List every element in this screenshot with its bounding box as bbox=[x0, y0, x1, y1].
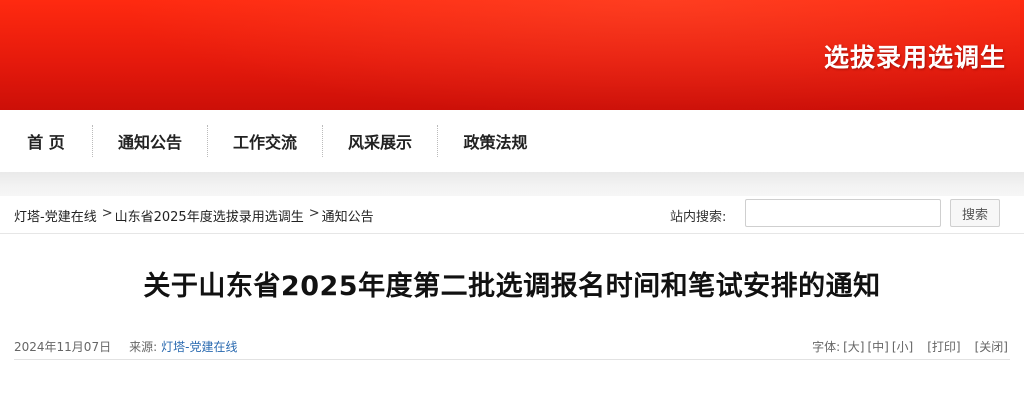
nav-item-home[interactable]: 首 页 bbox=[0, 125, 93, 157]
site-title: 选拔录用选调生 bbox=[823, 43, 1006, 72]
article-meta: 2024年11月07日 来源: 灯塔-党建在线 字体: [大] [中] [小] … bbox=[14, 336, 1010, 360]
source-label: 来源: bbox=[129, 340, 158, 354]
article-title: 关于山东省2025年度第二批选调报名时间和笔试安排的通知 bbox=[143, 271, 881, 302]
breadcrumb-item-notices[interactable]: 通知公告 bbox=[322, 206, 374, 225]
publish-date: 2024年11月07日 bbox=[14, 340, 112, 354]
breadcrumb-separator: > bbox=[101, 206, 113, 221]
breadcrumb-separator: > bbox=[308, 206, 320, 221]
breadcrumb-item-home[interactable]: 灯塔-党建在线 bbox=[14, 206, 97, 225]
search-input[interactable] bbox=[745, 199, 941, 227]
main-nav: 首 页 通知公告 工作交流 风采展示 政策法规 bbox=[0, 110, 1024, 172]
header-banner: 选拔录用选调生 bbox=[0, 0, 1024, 110]
font-medium-button[interactable]: [中] bbox=[868, 338, 889, 355]
nav-item-work-exchange[interactable]: 工作交流 bbox=[208, 125, 323, 157]
font-small-button[interactable]: [小] bbox=[892, 338, 913, 355]
nav-item-notices[interactable]: 通知公告 bbox=[93, 125, 208, 157]
source-link[interactable]: 灯塔-党建在线 bbox=[161, 338, 237, 355]
divider-band bbox=[0, 172, 1024, 196]
breadcrumb-bar: 灯塔-党建在线 > 山东省2025年度选拔录用选调生 > 通知公告 站内搜索: … bbox=[0, 196, 1024, 234]
breadcrumb: 灯塔-党建在线 > 山东省2025年度选拔录用选调生 > 通知公告 bbox=[14, 206, 374, 225]
font-size-label: 字体: bbox=[812, 340, 841, 354]
close-button[interactable]: [关闭] bbox=[975, 338, 1008, 355]
nav-item-showcase[interactable]: 风采展示 bbox=[323, 125, 438, 157]
font-large-button[interactable]: [大] bbox=[843, 338, 864, 355]
print-button[interactable]: [打印] bbox=[927, 338, 960, 355]
nav-item-policies[interactable]: 政策法规 bbox=[438, 125, 553, 157]
search-label: 站内搜索: bbox=[670, 210, 727, 225]
breadcrumb-item-program[interactable]: 山东省2025年度选拔录用选调生 bbox=[115, 206, 304, 225]
search-button[interactable]: 搜索 bbox=[950, 199, 1000, 227]
